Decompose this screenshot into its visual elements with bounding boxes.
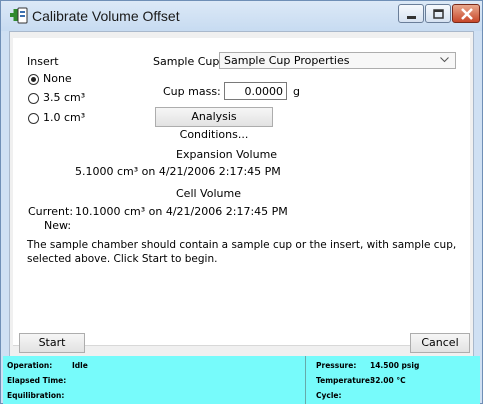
- status-divider: [305, 356, 306, 404]
- instructions-line-1: The sample chamber should contain a samp…: [27, 239, 457, 251]
- cup-mass-unit: g: [293, 85, 300, 98]
- cell-volume-current-label: Current:: [28, 205, 74, 218]
- cell-volume-current-value: 10.1000 cm³ on 4/21/2006 2:17:45 PM: [75, 205, 288, 218]
- start-button[interactable]: Start: [19, 333, 85, 353]
- chevron-down-icon: [440, 57, 449, 63]
- analysis-conditions-button[interactable]: Analysis Conditions...: [155, 107, 273, 141]
- title-bar[interactable]: Calibrate Volume Offset: [1, 1, 482, 31]
- expansion-volume-value: 5.1000 cm³ on 4/21/2006 2:17:45 PM: [75, 165, 281, 178]
- sample-cup-select[interactable]: Sample Cup Properties: [219, 52, 456, 69]
- cup-mass-label: Cup mass:: [163, 85, 221, 98]
- radio-3-5[interactable]: [28, 93, 39, 104]
- cell-volume-new-label: New:: [44, 219, 72, 232]
- radio-1-0[interactable]: [28, 113, 39, 124]
- cell-volume-heading: Cell Volume: [176, 187, 241, 200]
- cup-mass-input[interactable]: [225, 83, 286, 98]
- pressure-value: 14.500 psig: [370, 361, 420, 370]
- maximize-button[interactable]: [425, 4, 451, 23]
- cycle-label: Cycle:: [316, 391, 342, 400]
- status-bar: Operation: Idle Elapsed Time: Equilibrat…: [3, 356, 480, 404]
- minimize-icon: [407, 16, 416, 19]
- dialog-client-area: Insert None 3.5 cm³ 1.0 cm³ Sample Cup S…: [9, 31, 474, 394]
- instructions-line-2: selected above. Click Start to begin.: [27, 253, 218, 265]
- content-panel: Insert None 3.5 cm³ 1.0 cm³ Sample Cup S…: [13, 38, 470, 346]
- insert-option-3-5-label[interactable]: 3.5 cm³: [43, 91, 85, 104]
- expansion-volume-heading: Expansion Volume: [176, 148, 278, 161]
- insert-option-1-0-label[interactable]: 1.0 cm³: [43, 111, 85, 124]
- temperature-label: Temperature:: [316, 376, 373, 385]
- window-title: Calibrate Volume Offset: [32, 8, 180, 24]
- operation-value: Idle: [72, 361, 88, 370]
- pressure-label: Pressure:: [316, 361, 357, 370]
- cup-mass-field[interactable]: [224, 82, 287, 100]
- insert-option-none-label[interactable]: None: [43, 72, 72, 85]
- close-icon: [461, 8, 473, 20]
- equilibration-label: Equilibration:: [7, 391, 65, 400]
- elapsed-time-label: Elapsed Time:: [7, 376, 67, 385]
- app-icon: [10, 7, 28, 24]
- insert-label: Insert: [27, 55, 59, 68]
- radio-none[interactable]: [28, 74, 39, 85]
- maximize-icon: [433, 9, 444, 19]
- sample-cup-selected: Sample Cup Properties: [224, 54, 350, 67]
- dialog-window: Calibrate Volume Offset Insert None 3.5 …: [0, 0, 483, 404]
- cancel-button[interactable]: Cancel: [410, 333, 470, 353]
- operation-label: Operation:: [7, 361, 53, 370]
- close-button[interactable]: [452, 4, 480, 23]
- sample-cup-label: Sample Cup: [153, 55, 220, 68]
- temperature-value: 32.00 °C: [370, 376, 406, 385]
- minimize-button[interactable]: [398, 4, 424, 23]
